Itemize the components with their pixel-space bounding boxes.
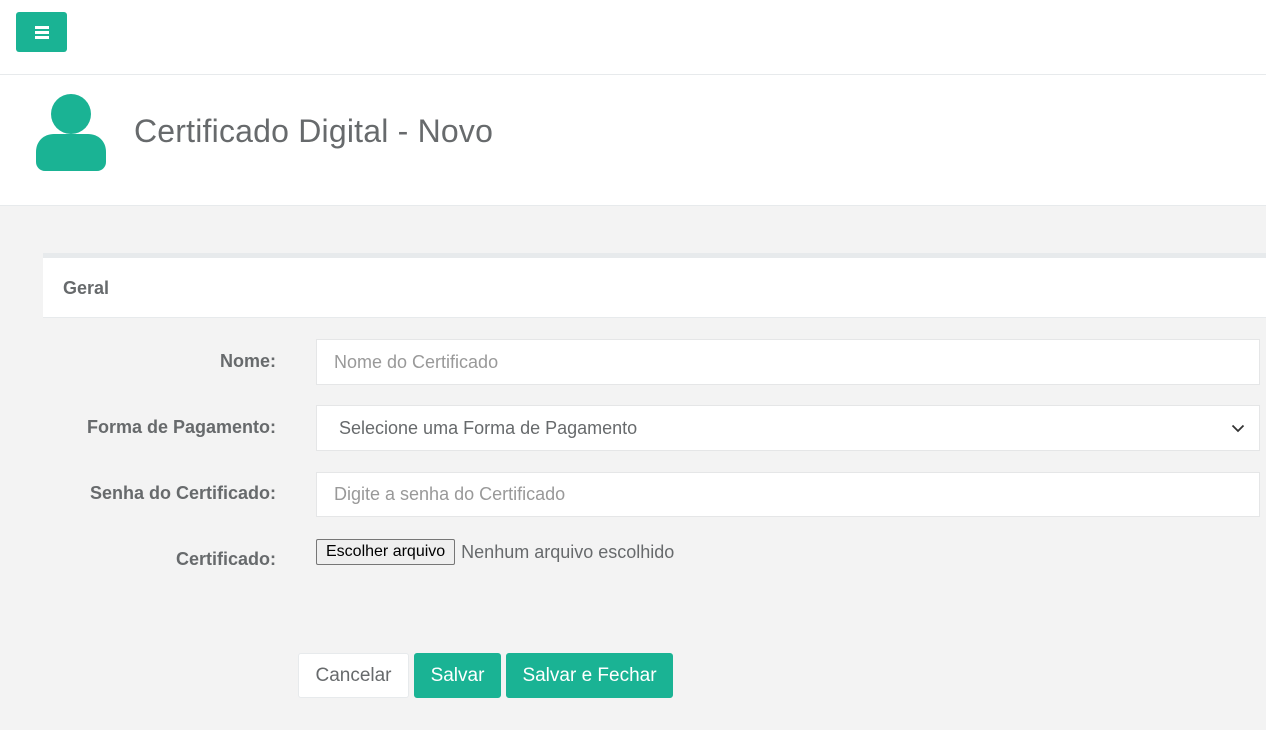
menu-toggle-button[interactable]: [16, 12, 67, 52]
forma-pagamento-selected: Selecione uma Forma de Pagamento: [339, 417, 638, 438]
certificado-file-input: Escolher arquivo Nenhum arquivo escolhid…: [316, 539, 674, 565]
file-status-text: Nenhum arquivo escolhido: [461, 541, 675, 562]
nome-label: Nome:: [219, 351, 276, 371]
senha-label: Senha do Certificado:: [89, 483, 276, 503]
top-navbar: [0, 0, 1266, 75]
panel-title: Geral: [63, 278, 110, 298]
save-button[interactable]: Salvar: [414, 653, 501, 698]
user-icon: [36, 94, 106, 171]
forma-pagamento-label: Forma de Pagamento:: [86, 417, 276, 437]
certificado-label: Certificado:: [175, 549, 276, 569]
save-and-close-button[interactable]: Salvar e Fechar: [506, 653, 673, 698]
page-header: Certificado Digital - Novo: [0, 75, 1266, 206]
chevron-down-icon: [1231, 424, 1245, 432]
nome-input[interactable]: [316, 339, 1260, 385]
panel-geral: Geral: [43, 253, 1266, 318]
bars-icon: [34, 24, 49, 41]
cancel-button[interactable]: Cancelar: [298, 653, 409, 698]
choose-file-button[interactable]: Escolher arquivo: [316, 539, 456, 565]
forma-pagamento-select[interactable]: Selecione uma Forma de Pagamento: [316, 405, 1260, 451]
page-title: Certificado Digital - Novo: [134, 113, 494, 149]
senha-input[interactable]: [316, 472, 1260, 517]
